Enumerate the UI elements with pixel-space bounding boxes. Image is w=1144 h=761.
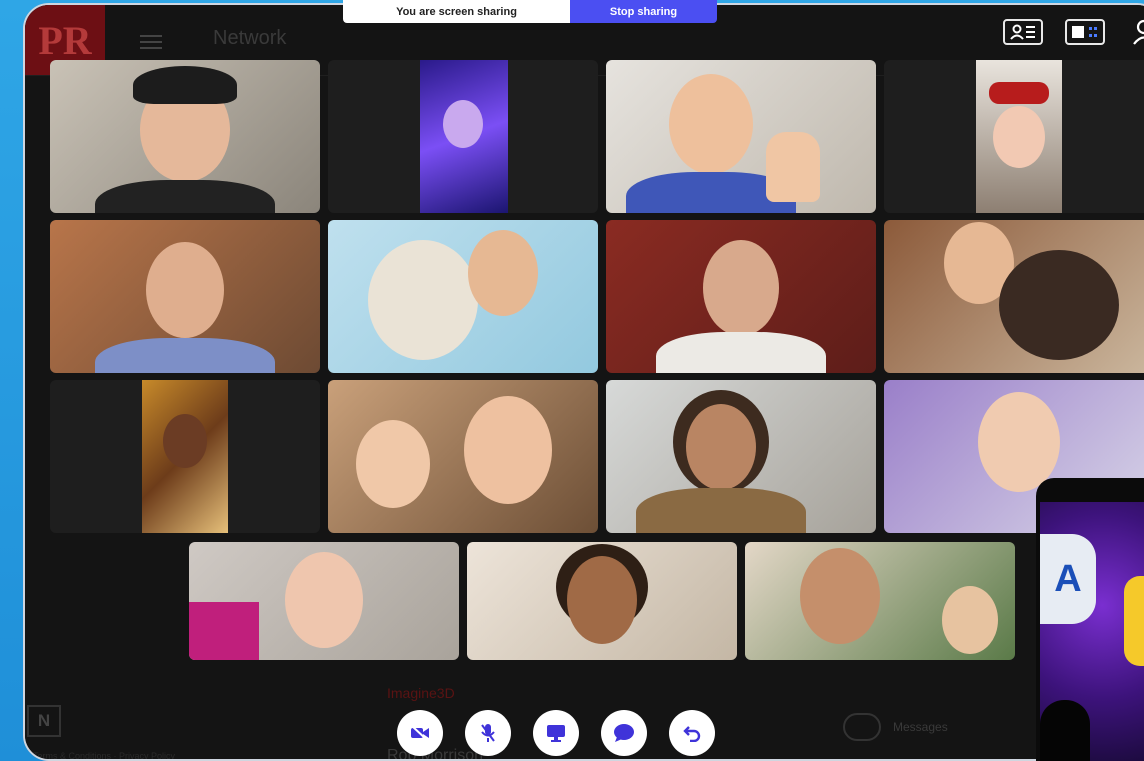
overlay-sticker	[1124, 576, 1144, 666]
gallery-view-icon	[1072, 26, 1097, 38]
participant-tile[interactable]	[606, 380, 876, 533]
participant-tile[interactable]	[606, 60, 876, 213]
participant-face	[686, 404, 756, 490]
participant-body	[95, 180, 275, 213]
participant-dog	[368, 240, 478, 360]
mic-toggle-button[interactable]	[465, 710, 511, 756]
participant-face	[669, 74, 753, 174]
call-controls	[397, 710, 715, 756]
participant-tile[interactable]	[884, 60, 1144, 213]
video-off-icon	[411, 725, 429, 741]
share-screen-icon	[547, 725, 565, 742]
participant-tile[interactable]	[606, 220, 876, 373]
participant-waving-hand	[766, 132, 820, 202]
participant-face	[993, 106, 1045, 168]
screen-sharing-banner: You are screen sharing Stop sharing	[343, 0, 717, 23]
overlay-sticker: A	[1040, 534, 1096, 624]
participant-headband	[989, 82, 1049, 104]
overlay-dark-shape	[1040, 700, 1090, 761]
participant-face	[146, 242, 224, 338]
participant-body	[95, 338, 275, 373]
background-messages: Messages	[843, 713, 948, 741]
participant-face	[942, 586, 998, 654]
participant-tile[interactable]	[328, 380, 598, 533]
participant-face	[464, 396, 552, 504]
hamburger-menu-icon	[140, 31, 162, 53]
leave-call-button[interactable]	[669, 710, 715, 756]
participant-face	[703, 240, 779, 336]
participant-face	[468, 230, 538, 316]
participant-tile[interactable]	[884, 220, 1144, 373]
background-app-title: Network	[213, 27, 287, 49]
participant-dog	[999, 250, 1119, 360]
video-toggle-button[interactable]	[397, 710, 443, 756]
participant-tile[interactable]	[50, 60, 320, 213]
participant-tile[interactable]	[328, 60, 598, 213]
messages-label: Messages	[893, 720, 948, 734]
speaker-view-icon	[1010, 24, 1035, 40]
participant-tile[interactable]	[328, 220, 598, 373]
participant-body	[636, 488, 806, 533]
participant-chair	[189, 602, 259, 660]
messages-icon	[843, 713, 881, 741]
participant-face	[567, 556, 637, 644]
participant-face	[978, 392, 1060, 492]
leave-call-icon	[683, 726, 701, 742]
gallery-view-button[interactable]	[1065, 19, 1105, 45]
participant-tile[interactable]	[745, 542, 1015, 660]
participant-face	[285, 552, 363, 648]
background-person-name: Imagine3D	[387, 685, 455, 701]
speaker-view-button[interactable]	[1003, 19, 1043, 45]
stop-sharing-button[interactable]: Stop sharing	[570, 0, 717, 23]
participant-tile[interactable]	[50, 220, 320, 373]
participant-face	[800, 548, 880, 644]
background-bottom-logo: N	[27, 705, 61, 737]
view-options	[1003, 19, 1144, 45]
participant-tile[interactable]	[467, 542, 737, 660]
participants-icon	[1133, 19, 1144, 45]
participant-tile[interactable]	[189, 542, 459, 660]
participant-body	[656, 332, 826, 373]
participant-cap	[133, 66, 237, 104]
overlay-video-preview: A	[1036, 478, 1144, 761]
participant-face	[443, 100, 483, 148]
participant-tile[interactable]	[50, 380, 320, 533]
participants-button[interactable]	[1127, 19, 1144, 45]
chat-button[interactable]	[601, 710, 647, 756]
share-screen-button[interactable]	[533, 710, 579, 756]
device-frame: PR Network N Imagine3D Rob Morrison Mess…	[23, 3, 1144, 761]
participant-child-face	[356, 420, 430, 508]
mic-off-icon	[481, 724, 495, 742]
participant-face	[163, 414, 207, 468]
chat-icon	[614, 724, 634, 742]
screen-sharing-status: You are screen sharing	[343, 0, 570, 23]
background-footer-text: Terms & Conditions · Privacy Policy	[33, 751, 176, 761]
